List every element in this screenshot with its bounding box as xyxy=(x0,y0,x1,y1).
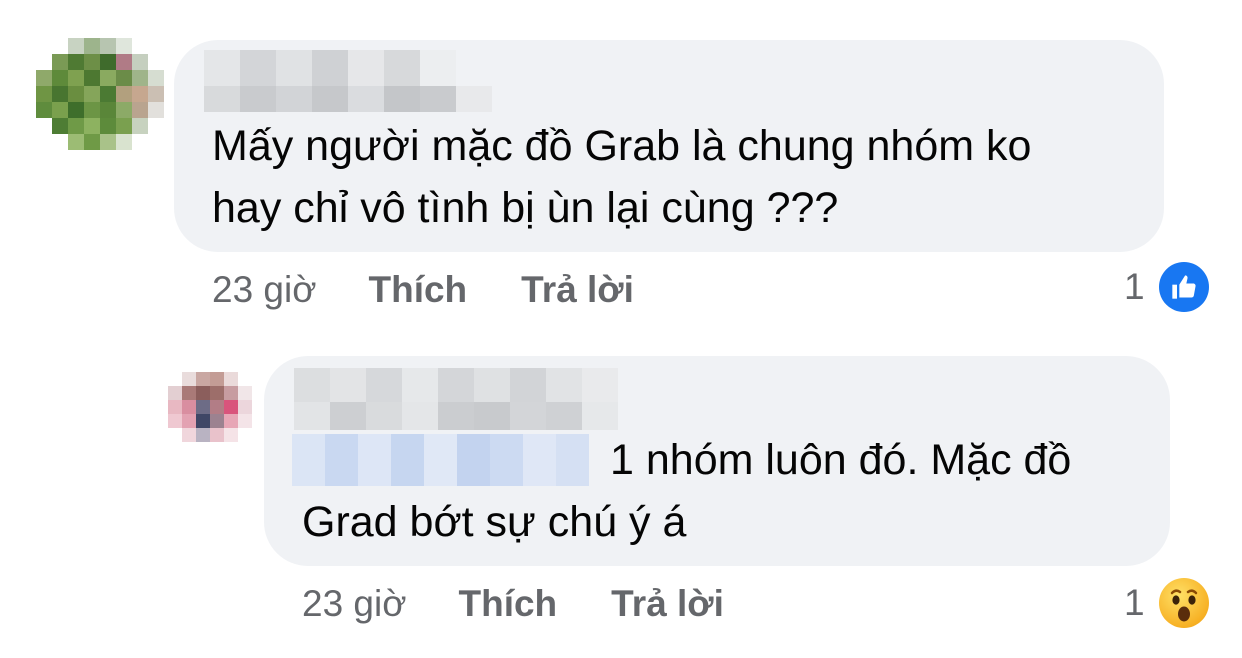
avatar-pixelated-image xyxy=(168,372,252,442)
avatar[interactable] xyxy=(168,372,252,456)
avatar[interactable] xyxy=(36,38,164,166)
mention-tag-blurred[interactable] xyxy=(292,434,589,486)
wow-icon xyxy=(1158,578,1209,628)
reply-button[interactable]: Trả lời xyxy=(521,269,634,311)
reaction-summary[interactable]: 1 xyxy=(1124,578,1209,628)
comment-text-line-2: hay chỉ vô tình bị ùn lại cùng ??? xyxy=(212,184,839,232)
reply-button[interactable]: Trả lời xyxy=(611,583,724,625)
comment-text-line-1: Mấy người mặc đồ Grab là chung nhóm ko xyxy=(212,122,1032,170)
author-name-blurred-row2 xyxy=(204,86,492,112)
comment-bubble[interactable]: Mấy người mặc đồ Grab là chung nhóm ko h… xyxy=(174,40,1164,252)
reaction-summary[interactable]: 1 xyxy=(1124,262,1209,312)
like-button[interactable]: Thích xyxy=(459,583,558,625)
like-button[interactable]: Thích xyxy=(369,269,468,311)
reaction-count: 1 xyxy=(1124,582,1145,623)
author-name-blurred[interactable] xyxy=(294,368,618,402)
comment-text-line-1: 1 nhóm luôn đó. Mặc đồ xyxy=(610,436,1072,484)
timestamp[interactable]: 23 giờ xyxy=(212,269,317,311)
like-icon xyxy=(1158,262,1209,312)
timestamp[interactable]: 23 giờ xyxy=(302,583,407,625)
author-name-blurred-row2 xyxy=(294,402,618,430)
comment-text-line-2: Grad bớt sự chú ý á xyxy=(302,498,687,546)
comment-actions: 23 giờ Thích Trả lời xyxy=(212,268,634,312)
avatar-pixelated-image xyxy=(36,38,164,150)
comment-actions: 23 giờ Thích Trả lời xyxy=(302,582,724,626)
reaction-count: 1 xyxy=(1124,266,1145,307)
author-name-blurred[interactable] xyxy=(204,50,456,86)
comment-bubble[interactable]: 1 nhóm luôn đó. Mặc đồ Grad bớt sự chú ý… xyxy=(264,356,1170,566)
